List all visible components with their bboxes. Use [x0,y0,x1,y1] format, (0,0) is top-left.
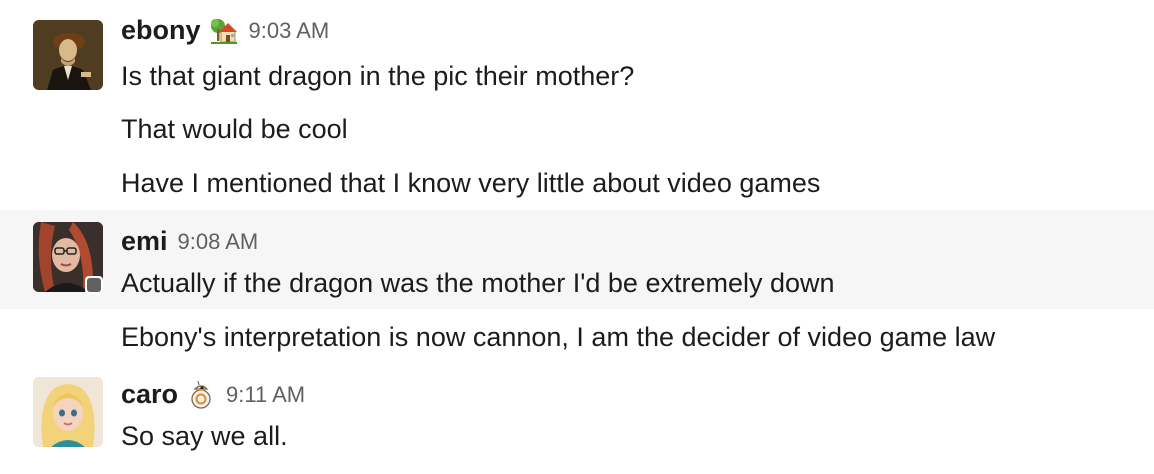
username[interactable]: caro [121,379,178,410]
timestamp[interactable]: 9:11 AM [226,382,305,408]
away-status-icon [87,278,101,292]
message-feed: ebony 9:03 AM Is that giant dragon in th… [0,0,1154,474]
bb8-droid-icon [186,380,216,410]
message-header: emi 9:08 AM [121,226,258,257]
message-continuation-emi: Ebony's interpretation is now cannon, I … [0,309,1154,365]
message-header: caro 9:11 AM [121,379,305,410]
avatar-ebony[interactable] [33,20,103,90]
presence-indicator [85,276,103,294]
message-group-caro: caro 9:11 AM So say we all. [0,365,1154,474]
username[interactable]: emi [121,226,168,257]
house-with-garden-icon [209,16,239,46]
message-header: ebony 9:03 AM [121,15,329,46]
message-group-emi: emi 9:08 AM Actually if the dragon was t… [0,210,1154,309]
message-text: Is that giant dragon in the pic their mo… [121,61,635,91]
avatar-caro[interactable] [33,377,103,447]
message-text: So say we all. [121,421,288,451]
message-text: Actually if the dragon was the mother I'… [121,268,835,298]
message-text: Have I mentioned that I know very little… [121,168,821,198]
timestamp[interactable]: 9:08 AM [178,229,259,255]
message-group-ebony: ebony 9:03 AM Is that giant dragon in th… [0,0,1154,210]
timestamp[interactable]: 9:03 AM [249,18,330,44]
message-text: That would be cool [121,114,348,144]
username[interactable]: ebony [121,15,201,46]
message-text: Ebony's interpretation is now cannon, I … [121,322,996,352]
